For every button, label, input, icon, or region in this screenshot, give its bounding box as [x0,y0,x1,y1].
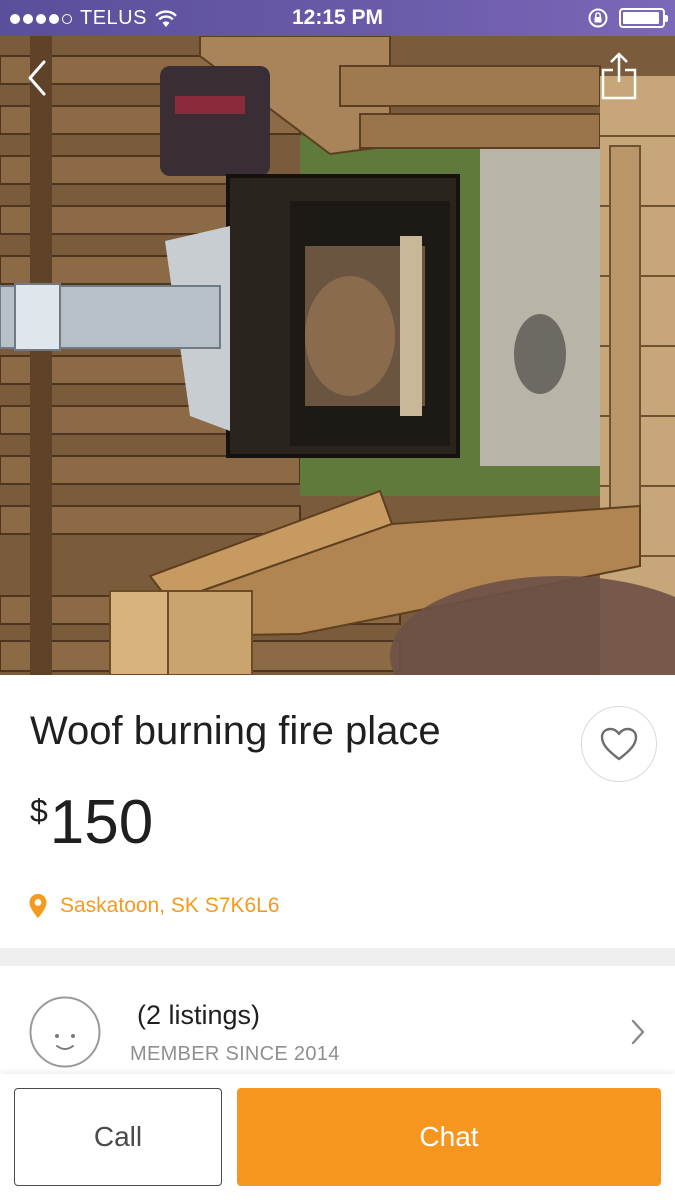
price-currency: $ [30,793,48,829]
listing-details: Woof burning fire place $ 150 Saskatoon,… [0,675,675,948]
battery-fill [623,12,660,24]
favorite-button[interactable] [581,706,657,782]
avatar-placeholder-icon [29,996,101,1068]
status-right [587,7,668,29]
battery-icon [619,8,668,28]
fireplace-photo-image [0,36,675,675]
section-divider [0,948,675,966]
seller-member-since: MEMBER SINCE 2014 [130,1043,340,1065]
price-amount: 150 [49,788,154,857]
seller-listings-count: (2 listings) [137,1000,261,1030]
rotation-lock-icon [588,8,608,28]
seller-row[interactable]: (2 listings) MEMBER SINCE 2014 [0,966,675,1074]
call-button[interactable]: Call [14,1088,222,1186]
location-pin-icon [29,894,47,918]
listing-photo[interactable] [0,36,675,675]
share-icon[interactable] [599,50,639,102]
listing-location[interactable]: Saskatoon, SK S7K6L6 [28,893,280,919]
listing-title: Woof burning fire place [30,709,441,753]
chevron-right-icon [631,1019,645,1045]
location-text: Saskatoon, SK S7K6L6 [60,894,280,917]
action-bar: Call Chat [0,1074,675,1200]
chevron-left-icon[interactable] [22,58,52,98]
status-bar: TELUS 12:15 PM [0,0,675,36]
heart-outline-icon [600,727,638,761]
listing-price: $ 150 [30,787,153,859]
listing-screen: TELUS 12:15 PM Woof burning fire place $… [0,0,675,1200]
status-time: 12:15 PM [291,6,384,29]
chat-button[interactable]: Chat [237,1088,661,1186]
